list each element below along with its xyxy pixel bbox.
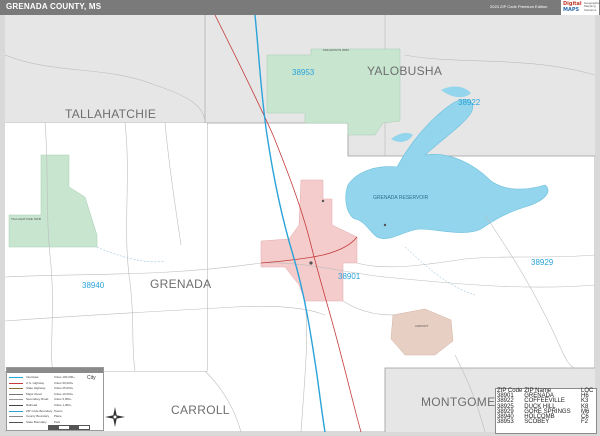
county-label-carroll: CARROLL [171,403,230,417]
zip-label-38901: 38901 [338,272,361,281]
legend-row: Secondary Road Cities 5,000+ [9,397,101,402]
legend-row: Railroad Cities 1,000+ [9,403,101,407]
legend-label: U.S. Highway [26,380,45,385]
legend-swatch [9,388,23,390]
legend-label: Railroad [26,403,38,407]
county-label-tallahatchie: TALLAHATCHIE [65,107,156,121]
town-dot [383,223,387,227]
zip-table-grid: ZIP Code ZIP Name LOC 38901 GRENADA H6 38922 CO… [496,388,596,426]
place-label-airport: AIRPORT [415,324,428,328]
legend-value: Towns [54,408,63,413]
legend-header [7,368,103,373]
legend-swatch [9,393,23,395]
zip-table-cell: SCOBEY [524,419,550,426]
compass-rose-icon [105,407,125,427]
legend-value: Cities 1,000+ [54,403,72,407]
legend-city-label: City [87,375,96,381]
legend-value: Cities 10,000+ [54,391,74,396]
legend-swatch [9,416,23,418]
map-legend: Interstate Cities 100,000+ U.S. Highway Cit… [6,367,104,431]
legend-label: State Boundary [26,419,47,424]
legend-row: Major Road Cities 10,000+ [9,391,101,396]
legend-value: Cities 25,000+ [54,386,74,391]
logo-brand-bottom: MAPS [563,7,580,13]
logo-tagline: Geographic Mapping Solutions [584,1,600,12]
edition-label: 2023 ZIP Code Premium Edition [490,4,548,9]
lake-label: GRENADA RESERVOIR [373,195,429,201]
zip-code-table: ZIP Code ZIP Name LOC 38901 GRENADA H6 38922 CO… [495,388,597,434]
wma-north-label: MALMAISON WMA [323,48,349,52]
town-dot [309,261,313,265]
legend-swatch [9,410,23,412]
legend-label: State Highway [26,386,46,391]
legend-row: State Highway Cities 25,000+ [9,386,101,391]
zip-table-row: 38953 SCOBEY F2 [496,419,596,426]
legend-value: Cities 100,000+ [54,375,75,379]
zip-label-38940: 38940 [82,281,105,290]
title-bar: GRENADA COUNTY, MS 2023 ZIP Code Premium… [0,0,600,15]
legend-value: Place [54,414,62,419]
zip-table-cell: 38953 [497,419,514,426]
legend-row: U.S. Highway Cities 50,000+ [9,380,101,385]
zip-label-38953: 38953 [292,68,315,77]
county-label-montgomery: MONTGOMER [421,395,504,409]
legend-row: ZIP Code Boundary Towns [9,408,101,413]
legend-swatch [9,421,23,423]
legend-row: County Boundary Place [9,414,101,419]
map-frame: GRENADA COUNTY, MS 2023 ZIP Code Premium… [0,0,600,436]
legend-value: Cities 5,000+ [54,397,72,402]
zip-label-38929: 38929 [531,258,554,267]
county-label-grenada: GRENADA [150,277,211,291]
legend-label: Major Road [26,391,42,396]
map-title: GRENADA COUNTY, MS [6,2,102,11]
legend-label: ZIP Code Boundary [26,408,53,413]
scale-bar [48,425,90,430]
legend-label: Interstate [26,375,39,379]
legend-swatch [9,399,23,401]
publisher-logo: Digital MAPS Geographic Mapping Solution… [561,0,600,15]
town-dot [321,199,325,203]
legend-label: County Boundary [26,414,50,419]
zip-label-38922: 38922 [458,98,481,107]
legend-swatch [9,405,23,406]
legend-value: Park [54,419,61,424]
county-label-yalobusha: YALOBUSHA [367,64,442,78]
legend-swatch [9,377,23,378]
legend-label: Secondary Road [26,397,49,402]
legend-value: Cities 50,000+ [54,380,74,385]
legend-swatch [9,382,23,384]
zip-table-cell: F2 [581,419,589,426]
legend-row: State Boundary Park [9,419,101,424]
wma-west-label: TALLAHATCHIE NWR [11,217,42,221]
